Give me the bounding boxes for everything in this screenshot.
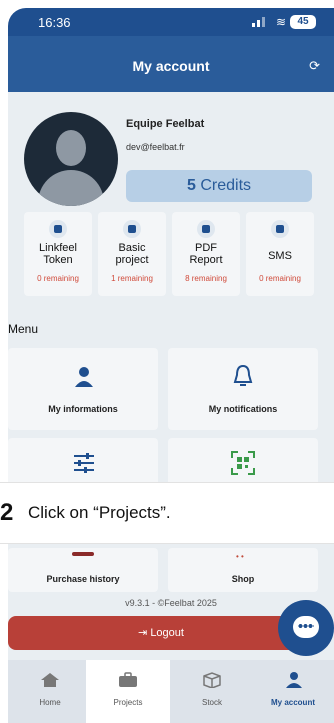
nav-item-stock[interactable]: Stock	[170, 660, 254, 723]
profile-name: Equipe Feelbat	[126, 118, 205, 130]
page-title: My account	[132, 58, 210, 74]
chat-icon	[271, 220, 289, 238]
menu-item-my-notifications[interactable]: My notifications	[168, 348, 318, 430]
refresh-icon[interactable]: ⟳	[309, 58, 320, 74]
logout-label: Logout	[150, 627, 184, 639]
folder-icon	[123, 220, 141, 238]
resource-remaining: 1 remaining	[111, 274, 153, 283]
resource-name: Basic project	[115, 242, 149, 266]
callout-step-number: 2	[0, 499, 14, 526]
briefcase-icon	[119, 672, 137, 687]
resource-cards: Linkfeel Token 0 remaining Basic project 1…	[24, 212, 316, 296]
nav-label: My account	[270, 698, 315, 707]
resource-name: PDF Report	[189, 242, 223, 266]
nav-item-my-account[interactable]: My account	[252, 660, 334, 723]
credits-label: Credits	[200, 177, 252, 194]
menu-item-purchase-history[interactable]: Purchase history	[8, 548, 158, 592]
nav-label: Stock	[201, 698, 222, 707]
credits-badge[interactable]: 5 Credits	[126, 170, 312, 202]
avatar[interactable]	[24, 112, 118, 206]
menu-item-label: Shop	[231, 574, 255, 584]
box-icon	[203, 672, 221, 688]
resource-card-basic-project[interactable]: Basic project 1 remaining	[98, 212, 166, 296]
user-icon	[286, 672, 302, 688]
tutorial-callout: 2 Click on “Projects”.	[0, 482, 334, 544]
profile-email: dev@feelbat.fr	[126, 142, 185, 152]
resource-card-pdf-report[interactable]: PDF Report 8 remaining	[172, 212, 240, 296]
menu-item-shop[interactable]: • • Shop	[168, 548, 318, 592]
app-screen: 16:36 ≋ 45 My account ⟳ Equipe Feelbat d…	[8, 8, 334, 723]
resource-remaining: 0 remaining	[259, 274, 301, 283]
avatar-body	[38, 170, 104, 206]
menu-heading: Menu	[8, 322, 39, 336]
status-time: 16:36	[38, 15, 71, 30]
resource-card-sms[interactable]: SMS 0 remaining	[246, 212, 314, 296]
nav-label: Home	[39, 698, 61, 707]
menu-item-my-informations[interactable]: My informations	[8, 348, 158, 430]
avatar-head	[56, 130, 86, 166]
nav-item-projects[interactable]: Projects	[86, 660, 170, 723]
logout-icon: ⇥	[138, 627, 151, 639]
bell-icon	[233, 364, 253, 386]
nav-label: Projects	[113, 698, 143, 707]
menu-item-label: My informations	[48, 404, 118, 414]
battery-level: 45	[290, 15, 316, 29]
logout-button[interactable]: ⇥ Logout	[8, 616, 314, 650]
document-icon	[197, 220, 215, 238]
sliders-icon	[74, 453, 94, 473]
wifi-icon: ≋	[275, 15, 286, 29]
history-icon	[72, 552, 94, 556]
signal-icon	[252, 17, 265, 27]
resource-name: Linkfeel Token	[39, 242, 77, 266]
nav-item-home[interactable]: Home	[8, 660, 92, 723]
menu-item-label: Purchase history	[46, 574, 120, 584]
resource-name: SMS	[268, 250, 292, 262]
bottom-nav: Home Projects Stock My account	[8, 660, 334, 723]
chat-fab-button[interactable]	[278, 600, 334, 656]
user-icon	[75, 367, 93, 387]
resource-card-linkfeel-token[interactable]: Linkfeel Token 0 remaining	[24, 212, 92, 296]
shop-icon: • •	[236, 552, 244, 561]
star-icon	[49, 220, 67, 238]
app-header: My account ⟳	[8, 36, 334, 92]
home-icon	[41, 673, 59, 687]
qr-code-icon	[231, 451, 255, 475]
menu-item-label: My notifications	[208, 404, 278, 414]
credits-count: 5	[186, 177, 196, 194]
app-version: v9.3.1 - ©Feelbat 2025	[125, 598, 217, 608]
resource-remaining: 0 remaining	[37, 274, 79, 283]
resource-remaining: 8 remaining	[185, 274, 227, 283]
status-bar: 16:36 ≋ 45	[8, 8, 334, 36]
callout-text: Click on “Projects”.	[28, 503, 171, 522]
profile-section: Equipe Feelbat dev@feelbat.fr 5 Credits	[8, 92, 334, 222]
